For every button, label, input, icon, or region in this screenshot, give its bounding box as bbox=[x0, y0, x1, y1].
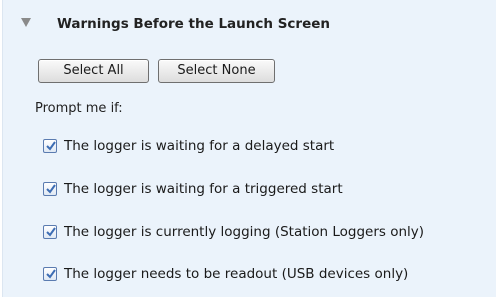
checkmark-icon bbox=[46, 184, 56, 194]
checkmark-icon bbox=[46, 227, 56, 237]
option-label: The logger needs to be readout (USB devi… bbox=[64, 266, 409, 282]
select-all-button[interactable]: Select All bbox=[38, 59, 149, 83]
option-label: The logger is waiting for a triggered st… bbox=[64, 181, 343, 197]
checkbox-currently-logging[interactable] bbox=[43, 225, 57, 239]
collapse-triangle-icon[interactable] bbox=[21, 18, 31, 27]
section-header[interactable]: Warnings Before the Launch Screen bbox=[3, 14, 483, 34]
checkmark-icon bbox=[46, 141, 56, 151]
checkmark-icon bbox=[46, 269, 56, 279]
prompt-label: Prompt me if: bbox=[35, 101, 123, 116]
select-none-button[interactable]: Select None bbox=[158, 59, 275, 83]
warnings-panel: Warnings Before the Launch Screen Select… bbox=[2, 0, 496, 297]
checkbox-delayed-start[interactable] bbox=[43, 139, 57, 153]
section-title: Warnings Before the Launch Screen bbox=[57, 16, 331, 32]
checkbox-triggered-start[interactable] bbox=[43, 182, 57, 196]
checkbox-needs-readout[interactable] bbox=[43, 267, 57, 281]
option-label: The logger is currently logging (Station… bbox=[64, 224, 425, 240]
option-label: The logger is waiting for a delayed star… bbox=[64, 138, 335, 154]
